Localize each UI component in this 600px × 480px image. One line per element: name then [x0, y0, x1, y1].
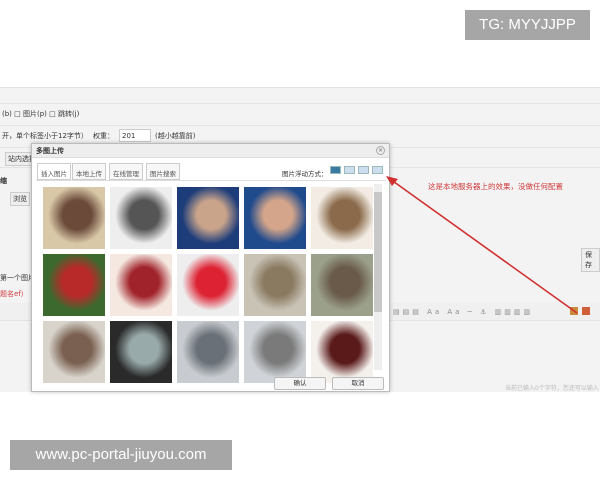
watermark-bottom: www.pc-portal-jiuyou.com: [10, 440, 232, 470]
arrow-line: [389, 178, 578, 314]
annotation-arrow: [386, 176, 578, 314]
arrow-head: [386, 176, 398, 186]
